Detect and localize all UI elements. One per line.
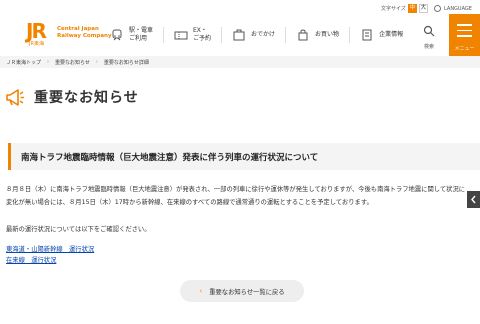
page-title: 重要なお知らせ xyxy=(34,90,139,106)
status-links: 東海道・山陽新幹線 運行状況 在来線 運行状況 xyxy=(6,244,94,266)
nav-label-outing: おでかけ xyxy=(251,31,276,38)
notice-body: ８月８日（木）に南海トラフ地震臨時情報（巨大地震注意）が発表され、一部の列車に徐… xyxy=(6,183,466,250)
link-shinkansen-status[interactable]: 東海道・山陽新幹線 運行状況 xyxy=(6,244,94,255)
hamburger-icon xyxy=(457,24,472,41)
globe-icon xyxy=(434,5,441,12)
breadcrumb: ＪＲ東海トップ › 重要なお知らせ › 重要なお知らせ詳細 xyxy=(0,56,480,68)
chevron-left-icon: ‹ xyxy=(199,287,203,295)
nav-label-station-train: 駅・電車 ご利用 xyxy=(129,27,154,42)
breadcrumb-notices[interactable]: 重要なお知らせ xyxy=(55,59,90,66)
logo-company-name: Central Japan Railway Company xyxy=(57,26,112,40)
train-icon xyxy=(112,29,122,41)
breadcrumb-separator: › xyxy=(95,59,98,65)
back-button-label: 重要なお知らせ一覧に戻る xyxy=(209,288,285,296)
logo-sub-text: JR東海 xyxy=(29,41,44,47)
logo-line-2: Railway Company xyxy=(57,33,112,39)
page-title-block: 重要なお知らせ xyxy=(4,86,139,108)
menu-button[interactable]: メニュー xyxy=(449,14,480,56)
back-to-list-button[interactable]: ‹ 重要なお知らせ一覧に戻る xyxy=(180,280,304,302)
jr-central-logo[interactable]: JR JR東海 Central Japan Railway Company xyxy=(26,19,112,47)
ticket-icon xyxy=(174,31,188,40)
text-size-label: 文字サイズ xyxy=(381,6,406,12)
link-conventional-status[interactable]: 在来線 運行状況 xyxy=(6,255,94,266)
language-label: LANGUAGE xyxy=(444,5,472,12)
logo-jr-text: JR xyxy=(26,19,47,43)
logo-line-1: Central Japan xyxy=(57,26,99,32)
text-size-medium-button[interactable]: 中 xyxy=(407,4,417,13)
chevron-left-icon xyxy=(471,195,476,204)
nav-item-ex-reservation[interactable]: EX・ ご予約 xyxy=(163,27,221,43)
text-size-control: 文字サイズ 中 大 xyxy=(381,4,428,13)
search-label: 検索 xyxy=(423,44,434,50)
nav-label-shopping: お買い物 xyxy=(315,31,340,38)
global-nav: 駅・電車 ご利用 EX・ ご予約 おでかけ お買い物 企業情報 xyxy=(110,27,413,43)
notice-paragraph-2: 最新の運行状況については以下をご確認ください。 xyxy=(6,226,151,233)
text-size-large-button[interactable]: 大 xyxy=(418,4,428,13)
nav-label-ex-reservation: EX・ ご予約 xyxy=(193,27,212,42)
nav-item-corporate[interactable]: 企業情報 xyxy=(349,27,413,43)
shopping-bag-icon xyxy=(298,29,308,41)
menu-label: メニュー xyxy=(454,46,475,52)
breadcrumb-current: 重要なお知らせ詳細 xyxy=(103,59,149,66)
breadcrumb-separator: › xyxy=(47,59,50,65)
nav-label-corporate: 企業情報 xyxy=(379,31,404,38)
notice-paragraph-1: ８月８日（木）に南海トラフ地震臨時情報（巨大地震注意）が発表され、一部の列車に徐… xyxy=(6,186,466,206)
page-top-button[interactable] xyxy=(467,191,480,208)
search-button[interactable]: 検索 xyxy=(418,22,440,50)
building-icon xyxy=(362,29,372,41)
notice-title-bar: 南海トラフ地震臨時情報（巨大地震注意）発表に伴う列車の運行状況について xyxy=(8,143,480,170)
language-selector[interactable]: LANGUAGE xyxy=(434,5,472,12)
nav-item-station-train[interactable]: 駅・電車 ご利用 xyxy=(110,27,163,43)
suitcase-icon xyxy=(233,29,245,41)
jr-logo-mark: JR JR東海 xyxy=(26,19,54,47)
search-icon xyxy=(423,25,435,37)
site-header: JR JR東海 Central Japan Railway Company 文字… xyxy=(0,0,480,56)
megaphone-icon xyxy=(6,89,24,106)
nav-item-outing[interactable]: おでかけ xyxy=(221,27,285,43)
notice-title: 南海トラフ地震臨時情報（巨大地震注意）発表に伴う列車の運行状況について xyxy=(21,152,319,163)
nav-item-shopping[interactable]: お買い物 xyxy=(285,27,349,43)
breadcrumb-home[interactable]: ＪＲ東海トップ xyxy=(6,59,41,66)
